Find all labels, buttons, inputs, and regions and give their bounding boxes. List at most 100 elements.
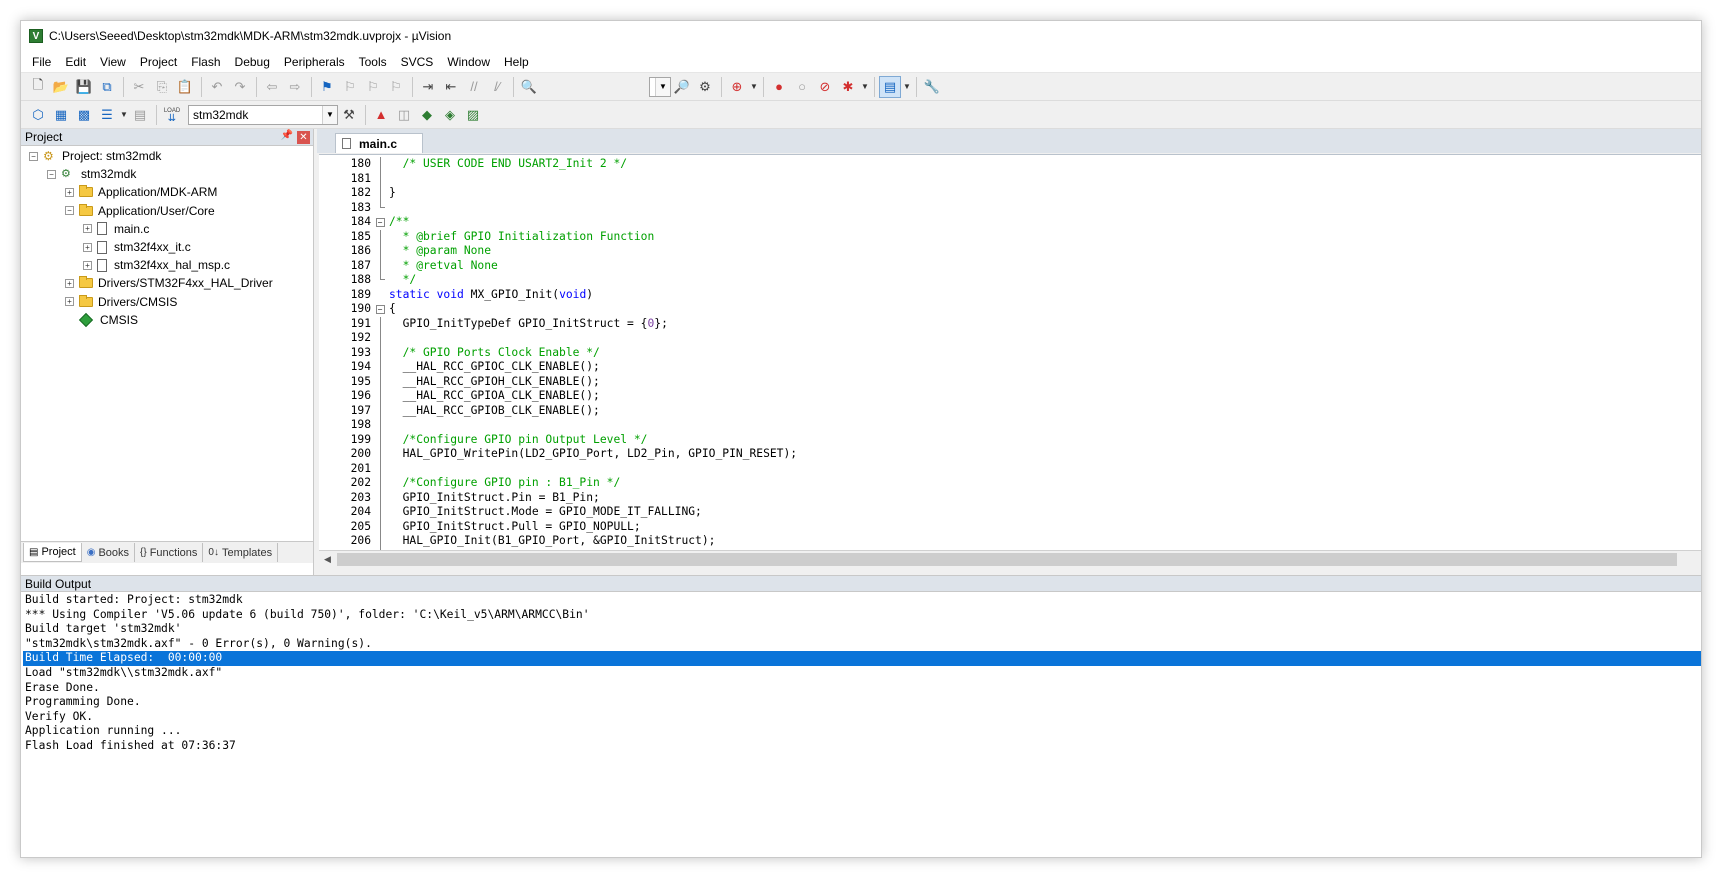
manage-run-time-environment-icon[interactable]: ◆	[416, 104, 438, 126]
tree-item[interactable]: − Application/User/Core	[65, 202, 215, 220]
tab-templates[interactable]: 0↓ Templates	[203, 543, 279, 562]
build-output-line[interactable]: Build Time Elapsed: 00:00:00	[23, 651, 1701, 666]
target-options-icon[interactable]: ⚒	[338, 104, 360, 126]
tree-item[interactable]: + Drivers/STM32F4xx_HAL_Driver	[65, 274, 273, 292]
tree-item[interactable]: + stm32f4xx_it.c	[83, 238, 191, 256]
disable-all-breakpoints-icon[interactable]: ⊘	[814, 76, 836, 98]
collapse-icon[interactable]: −	[65, 206, 74, 216]
chevron-down-icon[interactable]: ▼	[902, 82, 912, 91]
build-icon[interactable]: ▦	[50, 104, 72, 126]
comment-icon[interactable]: //	[463, 76, 485, 98]
menu-view[interactable]: View	[93, 51, 133, 73]
stop-build-icon[interactable]: ▤	[129, 104, 151, 126]
expand-icon[interactable]: +	[65, 278, 74, 288]
fold-gutter[interactable]: −	[373, 215, 387, 230]
chevron-down-icon[interactable]: ▼	[860, 82, 870, 91]
code-editor[interactable]: 180 /* USER CODE END USART2_Init 2 */181…	[319, 154, 1701, 550]
paste-icon[interactable]: 📋	[174, 76, 196, 98]
next-bookmark-icon[interactable]: ⚐	[362, 76, 384, 98]
collapse-icon[interactable]: −	[29, 151, 38, 161]
menu-window[interactable]: Window	[440, 51, 497, 73]
find-combo[interactable]: ▼	[649, 76, 671, 97]
tab-books[interactable]: ◉ Books	[82, 543, 136, 562]
horizontal-scrollbar[interactable]: ◀	[319, 550, 1701, 568]
disable-breakpoint-icon[interactable]: ○	[791, 76, 813, 98]
indent-icon[interactable]: ⇥	[417, 76, 439, 98]
tab-main-c[interactable]: main.c	[335, 133, 423, 153]
prev-bookmark-icon[interactable]: ⚐	[339, 76, 361, 98]
build-output-line[interactable]: Programming Done.	[23, 695, 1701, 710]
expand-icon[interactable]: +	[65, 187, 74, 197]
translate-icon[interactable]: ⬡	[27, 104, 49, 126]
build-output-line[interactable]: Application running ...	[23, 724, 1701, 739]
batch-build-icon[interactable]: ☰	[96, 104, 118, 126]
tree-item[interactable]: + main.c	[83, 220, 149, 238]
build-output-line[interactable]: Build started: Project: stm32mdk	[23, 593, 1701, 608]
undo-icon[interactable]: ↶	[206, 76, 228, 98]
debug-session-icon[interactable]: ⊕	[726, 76, 748, 98]
menu-help[interactable]: Help	[497, 51, 536, 73]
tree-item[interactable]: + Drivers/CMSIS	[65, 293, 177, 311]
chevron-down-icon[interactable]: ▼	[749, 82, 759, 91]
tree-item[interactable]: − ⚙ stm32mdk	[47, 165, 136, 183]
expand-icon[interactable]: +	[83, 260, 92, 270]
copy-icon[interactable]: ⎘	[151, 76, 173, 98]
tab-functions[interactable]: {} Functions	[135, 543, 204, 562]
menu-svcs[interactable]: SVCS	[394, 51, 441, 73]
build-output-line[interactable]: Build target 'stm32mdk'	[23, 622, 1701, 637]
bookmark-icon[interactable]: ⚑	[316, 76, 338, 98]
file-extensions-icon[interactable]: ◫	[393, 104, 415, 126]
open-file-icon[interactable]: 📂	[50, 76, 72, 98]
menu-project[interactable]: Project	[133, 51, 184, 73]
chevron-down-icon[interactable]: ▼	[119, 110, 129, 119]
build-output-text[interactable]: Build started: Project: stm32mdk *** Usin…	[23, 593, 1701, 754]
incremental-find-icon[interactable]: ⚙	[694, 76, 716, 98]
uncomment-icon[interactable]: /∕	[486, 76, 508, 98]
pin-icon[interactable]: 📌	[281, 130, 293, 141]
save-all-icon[interactable]: ⧉	[96, 76, 118, 98]
tree-item[interactable]: + Application/MDK-ARM	[65, 183, 217, 201]
collapse-icon[interactable]: −	[375, 304, 385, 314]
navigate-back-icon[interactable]: ⇦	[261, 76, 283, 98]
menu-flash[interactable]: Flash	[184, 51, 227, 73]
download-load-icon[interactable]: LOAD ⇊	[161, 104, 183, 126]
rebuild-icon[interactable]: ▩	[73, 104, 95, 126]
configure-wrench-icon[interactable]: 🔧	[921, 76, 943, 98]
menu-edit[interactable]: Edit	[58, 51, 93, 73]
target-select[interactable]: stm32mdk ▼	[188, 104, 338, 125]
build-output-line[interactable]: *** Using Compiler 'V5.06 update 6 (buil…	[23, 608, 1701, 623]
tree-item[interactable]: − ⚙ Project: stm32mdk	[29, 147, 161, 165]
menu-file[interactable]: File	[25, 51, 58, 73]
save-icon[interactable]: 💾	[73, 76, 95, 98]
kill-all-breakpoints-icon[interactable]: ✱	[837, 76, 859, 98]
insert-breakpoint-icon[interactable]: ●	[768, 76, 790, 98]
build-output-line[interactable]: Flash Load finished at 07:36:37	[23, 739, 1701, 754]
expand-icon[interactable]: +	[83, 224, 92, 234]
tree-item[interactable]: CMSIS	[65, 311, 138, 329]
cut-icon[interactable]: ✂	[128, 76, 150, 98]
redo-icon[interactable]: ↷	[229, 76, 251, 98]
tree-item[interactable]: + stm32f4xx_hal_msp.c	[83, 256, 230, 274]
build-output-line[interactable]: Load "stm32mdk\\stm32mdk.axf"	[23, 666, 1701, 681]
collapse-icon[interactable]: −	[47, 169, 56, 179]
manage-project-items-icon[interactable]: ▲	[370, 104, 392, 126]
window-layout-icon[interactable]: ▤	[879, 75, 901, 98]
menu-tools[interactable]: Tools	[352, 51, 394, 73]
collapse-icon[interactable]: −	[375, 217, 385, 227]
tab-project[interactable]: ▤ Project	[23, 543, 82, 562]
scrollbar-thumb[interactable]	[337, 553, 1677, 566]
scroll-left-icon[interactable]: ◀	[319, 551, 336, 568]
build-output-line[interactable]: Verify OK.	[23, 710, 1701, 725]
new-file-icon[interactable]: 🗋	[27, 76, 49, 98]
expand-icon[interactable]: +	[65, 297, 74, 307]
select-packs-icon[interactable]: ◈	[439, 104, 461, 126]
expand-icon[interactable]: +	[83, 242, 92, 252]
close-icon[interactable]: ✕	[297, 131, 310, 144]
clear-bookmarks-icon[interactable]: ⚐	[385, 76, 407, 98]
navigate-forward-icon[interactable]: ⇨	[284, 76, 306, 98]
menu-debug[interactable]: Debug	[228, 51, 277, 73]
pack-installer-icon[interactable]: ▨	[462, 104, 484, 126]
fold-gutter[interactable]: −	[373, 302, 387, 317]
build-output-line[interactable]: Erase Done.	[23, 681, 1701, 696]
menu-peripherals[interactable]: Peripherals	[277, 51, 352, 73]
